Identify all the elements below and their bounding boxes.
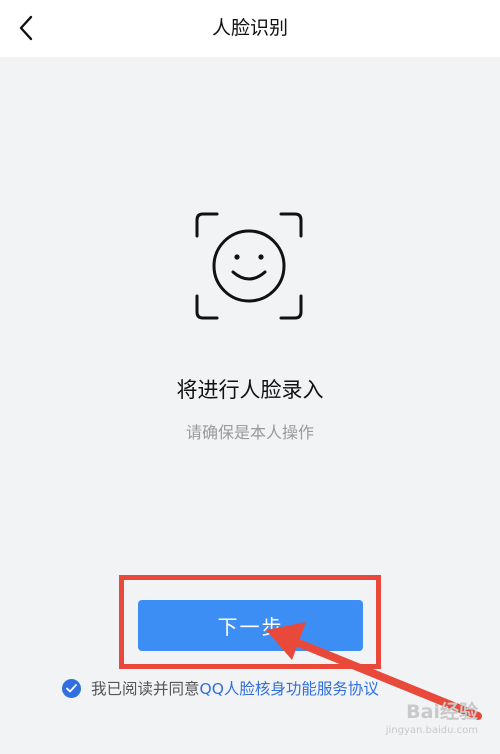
agreement-link[interactable]: QQ人脸核身功能服务协议 — [200, 677, 379, 699]
sub-heading: 请确保是本人操作 — [185, 423, 314, 442]
agree-checkbox[interactable] — [62, 678, 81, 698]
next-step-button[interactable]: 下一步 — [138, 600, 363, 651]
main-heading: 将进行人脸录入 — [176, 378, 324, 402]
watermark-brand: Bai经验 — [406, 701, 478, 723]
agreement-row: 我已阅读并同意 QQ人脸核身功能服务协议 — [62, 676, 379, 700]
page-title: 人脸识别 — [211, 17, 288, 39]
watermark: Bai经验 jingyan.baidu.com — [386, 697, 478, 736]
watermark-url: jingyan.baidu.com — [385, 725, 478, 736]
face-scan-icon — [195, 212, 303, 320]
agreement-text: 我已阅读并同意 — [91, 680, 200, 698]
checkmark-icon — [66, 683, 77, 692]
nav-bar: 人脸识别 — [0, 0, 500, 57]
